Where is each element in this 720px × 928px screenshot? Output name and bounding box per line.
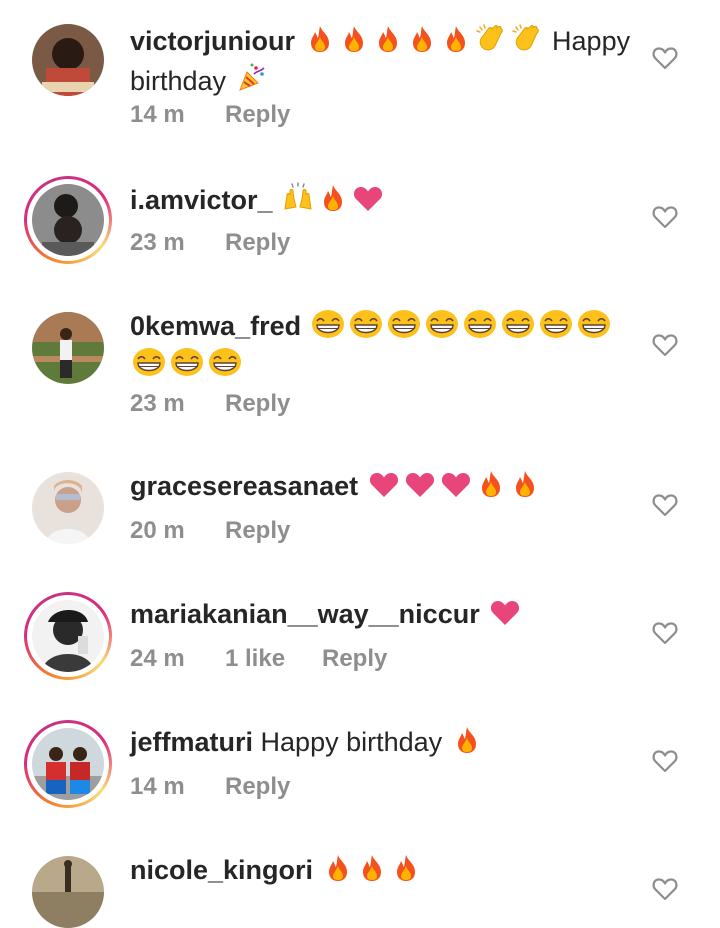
heart-emoji-icon [489,599,521,635]
comment-emojis-after [234,63,270,96]
comment-text-line2: birthday [130,66,227,96]
reply-button[interactable]: Reply [225,229,290,257]
avatar[interactable] [24,176,112,264]
heart-emoji-icon [404,471,436,507]
grin-emoji-icon [208,347,242,385]
comment-time: 20 m [130,517,185,544]
comment-username[interactable]: i.amvictor_ [130,185,273,215]
avatar[interactable] [32,472,104,544]
fire-emoji-icon [305,24,335,62]
comment-username[interactable]: gracesereasanaet [130,471,358,501]
reply-button[interactable]: Reply [225,773,290,801]
fire-emoji-icon [373,24,403,62]
grin-emoji-icon [311,309,345,347]
grin-emoji-icon [425,309,459,347]
comment-time: 23 m [130,390,185,417]
comment-body: mariakanian__way__niccur [130,597,640,635]
comment-body: victorjuniour Happy birthday [130,22,640,102]
party-emoji-icon [236,62,268,102]
heart-emoji-icon [352,185,384,221]
comment-text: Happy birthday [260,727,443,757]
comment-meta: 14 m Reply [130,101,290,129]
like-heart-icon[interactable] [652,749,678,773]
heart-emoji-icon [368,471,400,507]
like-heart-icon[interactable] [652,205,678,229]
comment-meta: 24 m 1 like Reply [130,645,387,673]
like-heart-icon[interactable] [652,333,678,357]
comment-body: gracesereasanaet [130,469,640,507]
comment-body: nicole_kingori [130,853,640,891]
comment-time: 23 m [130,229,185,256]
heart-emoji-icon [440,471,472,507]
comment-time: 14 m [130,773,185,800]
grin-emoji-icon [132,347,166,385]
fire-emoji-icon [407,24,437,62]
fire-emoji-icon [510,469,540,507]
raised-hands-emoji-icon [282,181,314,221]
like-heart-icon[interactable] [652,493,678,517]
reply-button[interactable]: Reply [225,517,290,545]
clap-emoji-icon [475,22,507,62]
like-heart-icon[interactable] [652,877,678,901]
fire-emoji-icon [357,853,387,891]
grin-emoji-icon [539,309,573,347]
avatar[interactable] [24,592,112,680]
comment-username[interactable]: nicole_kingori [130,855,313,885]
comment-emojis [366,471,542,501]
comment-time: 24 m [130,645,185,672]
comment-body: jeffmaturi Happy birthday [130,725,640,763]
comment-meta: 20 m Reply [130,517,290,545]
comment-body: i.amvictor_ [130,181,640,221]
grin-emoji-icon [577,309,611,347]
comment-time: 14 m [130,101,185,128]
comment-username[interactable]: victorjuniour [130,26,295,56]
comment-username[interactable]: jeffmaturi [130,727,253,757]
comment-emojis [487,599,523,629]
fire-emoji-icon [339,24,369,62]
grin-emoji-icon [349,309,383,347]
likes-count[interactable]: 1 like [225,645,322,673]
fire-emoji-icon [318,183,348,221]
grin-emoji-icon [170,347,204,385]
comment-emojis [321,855,423,885]
avatar[interactable] [32,856,104,928]
grin-emoji-icon [463,309,497,347]
comment-username[interactable]: 0kemwa_fred [130,311,301,341]
comment-emojis-after [450,727,484,757]
fire-emoji-icon [323,853,353,891]
comment-meta: 23 m Reply [130,390,290,418]
comment-emojis [303,24,545,56]
comment-meta: 14 m Reply [130,773,290,801]
fire-emoji-icon [391,853,421,891]
comment-username[interactable]: mariakanian__way__niccur [130,599,480,629]
comment-text: Happy [552,26,631,56]
avatar[interactable] [32,312,104,384]
reply-button[interactable]: Reply [225,390,290,418]
grin-emoji-icon [501,309,535,347]
reply-button[interactable]: Reply [225,101,290,129]
fire-emoji-icon [452,725,482,763]
clap-emoji-icon [511,22,543,62]
comment-meta: 23 m Reply [130,229,290,257]
fire-emoji-icon [441,24,471,62]
comment-body: 0kemwa_fred [130,309,640,385]
grin-emoji-icon [387,309,421,347]
like-heart-icon[interactable] [652,621,678,645]
avatar[interactable] [32,24,104,96]
reply-button[interactable]: Reply [322,645,387,673]
comment-emojis [280,182,386,215]
avatar[interactable] [24,720,112,808]
like-heart-icon[interactable] [652,46,678,70]
fire-emoji-icon [476,469,506,507]
